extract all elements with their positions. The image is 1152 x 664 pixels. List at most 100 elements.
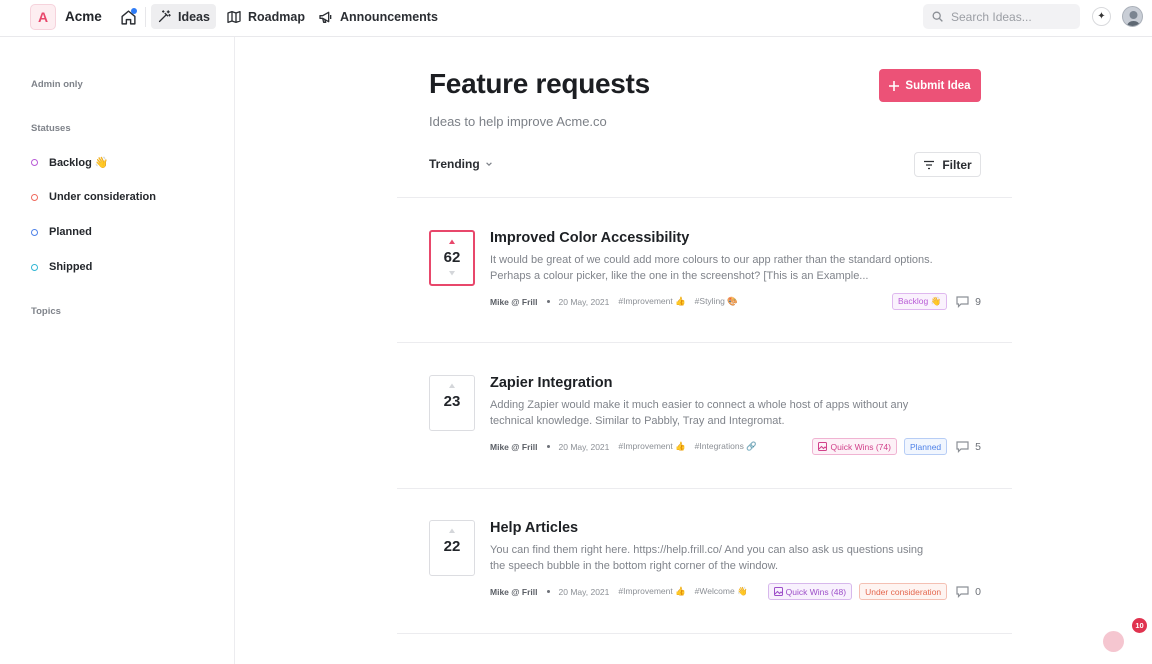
home-notification-dot [131, 8, 137, 14]
sidebar-status-backlog[interactable]: Backlog 👋 [31, 156, 109, 169]
status-label: Under consideration [49, 191, 156, 203]
quick-wins-label: Quick Wins (48) [785, 586, 847, 597]
megaphone-icon [319, 11, 332, 23]
idea-tags: Backlog 👋 9 [891, 293, 981, 310]
nav-announcements[interactable]: Announcements [312, 4, 444, 29]
filter-label: Filter [942, 157, 972, 172]
upvote-arrow-icon [449, 383, 455, 388]
home-button[interactable] [117, 6, 139, 28]
sidebar-status-shipped[interactable]: Shipped [31, 261, 92, 273]
quick-wins-badge[interactable]: Quick Wins (48) [767, 583, 853, 600]
nav-roadmap-label: Roadmap [248, 9, 305, 24]
status-badge[interactable]: Backlog 👋 [891, 293, 948, 310]
idea-title[interactable]: Improved Color Accessibility [490, 230, 689, 246]
nav-ideas[interactable]: Ideas [151, 4, 216, 29]
idea-description: It would be great of we could add more c… [490, 254, 933, 282]
nav-ideas-label: Ideas [178, 9, 210, 24]
comment-icon [956, 440, 969, 453]
vote-count: 62 [443, 249, 461, 266]
idea-topic[interactable]: #Improvement 👍 [618, 586, 685, 597]
idea-title[interactable]: Help Articles [490, 520, 578, 536]
submit-idea-label: Submit Idea [905, 79, 971, 92]
status-label: Planned [49, 226, 92, 238]
notification-badge: 10 [1132, 618, 1147, 633]
list-divider [397, 633, 1012, 634]
list-divider [397, 488, 1012, 489]
upvote-arrow-icon [449, 239, 455, 244]
page-subtitle: Ideas to help improve Acme.co [429, 114, 607, 129]
sparkle-button[interactable]: ✦ [1092, 7, 1111, 26]
idea-topic[interactable]: #Improvement 👍 [618, 296, 685, 307]
sidebar-status-under-consideration[interactable]: Under consideration [31, 191, 156, 203]
idea-topic[interactable]: #Improvement 👍 [618, 441, 685, 452]
user-avatar[interactable] [1122, 6, 1143, 27]
sidebar: Admin only Statuses Backlog 👋 Under cons… [0, 37, 235, 664]
status-badge[interactable]: Under consideration [859, 583, 948, 600]
meta-bullet [546, 300, 550, 303]
idea-tags: Quick Wins (74) Planned 5 [812, 438, 981, 455]
idea-author: Mike @ Frill [490, 441, 538, 452]
list-divider [397, 197, 1012, 198]
gallery-icon [773, 587, 783, 596]
logo-letter: A [37, 9, 49, 25]
vote-count: 22 [443, 538, 461, 555]
upvote-button[interactable]: 23 [429, 375, 475, 431]
idea-date: 20 May, 2021 [558, 296, 610, 307]
idea-author: Mike @ Frill [490, 296, 538, 307]
idea-date: 20 May, 2021 [558, 441, 610, 452]
idea-topic[interactable]: #Integrations 🔗 [695, 441, 757, 452]
sidebar-statuses-heading: Statuses [31, 123, 71, 134]
search-box[interactable] [923, 4, 1080, 29]
idea-title[interactable]: Zapier Integration [490, 375, 612, 391]
list-divider [397, 342, 1012, 343]
brand-name[interactable]: Acme [65, 9, 102, 24]
sparkle-icon: ✦ [1097, 11, 1106, 22]
sidebar-status-planned[interactable]: Planned [31, 226, 92, 238]
search-input[interactable] [951, 9, 1071, 24]
filter-icon [924, 160, 935, 169]
nav-roadmap[interactable]: Roadmap [220, 4, 311, 29]
status-ring-icon [31, 193, 38, 201]
upvote-button[interactable]: 22 [429, 520, 475, 576]
chat-widget-button[interactable] [1103, 631, 1124, 652]
chevron-down-icon [485, 162, 492, 167]
comments-count[interactable]: 0 [956, 586, 981, 598]
comments-count[interactable]: 9 [956, 296, 981, 308]
comments-count[interactable]: 5 [956, 441, 981, 453]
magic-wand-icon [158, 10, 171, 23]
idea-tags: Quick Wins (48) Under consideration 0 [767, 583, 981, 600]
meta-bullet [546, 590, 550, 593]
sort-dropdown[interactable]: Trending [429, 157, 493, 171]
search-icon [932, 11, 943, 22]
idea-topic[interactable]: #Welcome 👋 [695, 586, 748, 597]
comments-number: 0 [975, 585, 981, 598]
status-label: Backlog 👋 [49, 157, 109, 169]
downvote-arrow-icon [449, 271, 455, 276]
filter-button[interactable]: Filter [914, 152, 981, 177]
sidebar-admin-heading: Admin only [31, 79, 83, 90]
status-badge[interactable]: Planned [903, 438, 948, 455]
idea-card[interactable]: 22 Help Articles You can find them right… [429, 520, 981, 610]
idea-meta: Mike @ Frill 20 May, 2021 #Improvement 👍… [490, 296, 738, 307]
status-label: Shipped [49, 261, 93, 273]
gallery-icon [818, 442, 828, 451]
sort-label: Trending [429, 157, 480, 171]
comment-icon [956, 295, 969, 308]
brand-logo[interactable]: A [30, 4, 56, 30]
avatar-image [1126, 11, 1141, 26]
page-title: Feature requests [429, 68, 650, 99]
top-navigation-bar: A Acme Ideas Roadmap Announcements ✦ [0, 0, 1152, 37]
idea-card[interactable]: 23 Zapier Integration Adding Zapier woul… [429, 375, 981, 465]
idea-meta: Mike @ Frill 20 May, 2021 #Improvement 👍… [490, 586, 748, 597]
idea-author: Mike @ Frill [490, 586, 538, 597]
upvote-button[interactable]: 62 [429, 230, 475, 286]
plus-icon [889, 80, 900, 91]
idea-card[interactable]: 62 Improved Color Accessibility It would… [429, 230, 981, 320]
submit-idea-button[interactable]: Submit Idea [879, 69, 981, 102]
idea-description: Adding Zapier would make it much easier … [490, 399, 909, 427]
idea-date: 20 May, 2021 [558, 586, 610, 597]
quick-wins-badge[interactable]: Quick Wins (74) [812, 438, 897, 455]
idea-topic[interactable]: #Styling 🎨 [695, 296, 738, 307]
status-ring-icon [31, 263, 38, 271]
upvote-arrow-icon [449, 528, 455, 533]
